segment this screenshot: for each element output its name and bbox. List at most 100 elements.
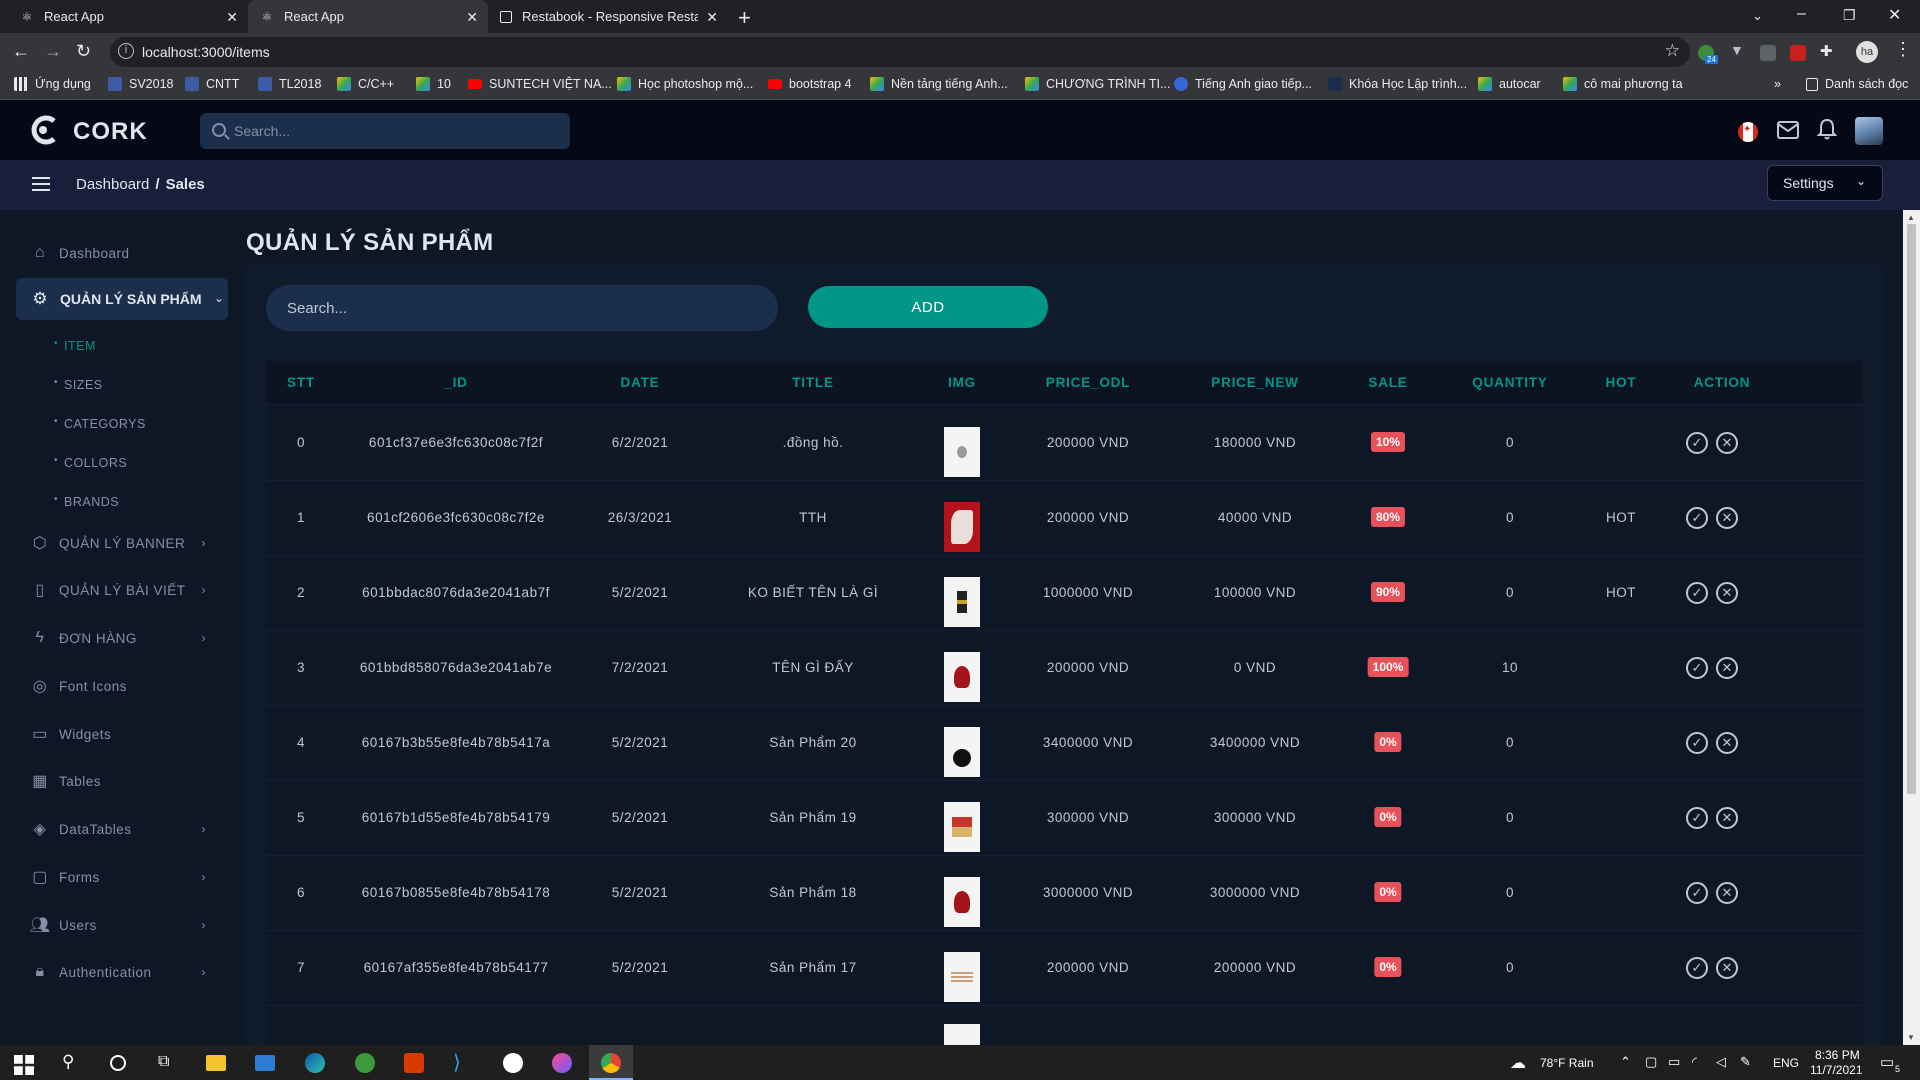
bookmark-item[interactable]: CNTT — [185, 77, 239, 91]
bookmark-item[interactable]: C/C++ — [337, 77, 394, 91]
submenu-collors[interactable]: COLLORS — [54, 455, 127, 470]
breadcrumb-dashboard[interactable]: Dashboard — [76, 176, 149, 193]
mail-icon[interactable] — [1777, 121, 1799, 139]
header-search[interactable] — [200, 113, 570, 149]
check-circle-icon[interactable]: ✓ — [1686, 732, 1708, 754]
scrollbar-thumb[interactable] — [1907, 224, 1916, 794]
bookmark-item[interactable]: CHƯƠNG TRÌNH TI... — [1025, 77, 1170, 91]
mail-app-icon[interactable] — [255, 1055, 275, 1071]
browser-tab-active[interactable]: ⚛ React App ✕ — [248, 0, 488, 33]
task-view-icon[interactable]: ⧉ — [158, 1053, 178, 1073]
volume-icon[interactable]: ◁ — [1716, 1054, 1726, 1070]
extension-icon[interactable] — [1790, 45, 1806, 61]
sidebar-item-forms[interactable]: ▢ Forms › — [30, 863, 220, 891]
minimize-icon[interactable]: – — [1797, 5, 1806, 23]
bookmark-item[interactable]: Nền tảng tiếng Anh... — [870, 77, 1008, 91]
check-circle-icon[interactable]: ✓ — [1686, 882, 1708, 904]
bookmark-item[interactable]: Khóa Học Lập trình... — [1328, 77, 1467, 91]
messenger-icon[interactable] — [552, 1053, 572, 1073]
browser-tab[interactable]: ⚛ React App ✕ — [8, 0, 248, 33]
x-circle-icon[interactable]: ✕ — [1716, 432, 1738, 454]
wifi-icon[interactable]: ◜ — [1692, 1054, 1697, 1070]
x-circle-icon[interactable]: ✕ — [1716, 582, 1738, 604]
bookmark-item[interactable]: SUNTECH VIỆT NA... — [468, 77, 612, 91]
close-icon[interactable]: ✕ — [466, 9, 478, 26]
cortana-icon[interactable] — [110, 1055, 126, 1071]
sidebar-item-authentication[interactable]: 🔒︎ Authentication › — [30, 958, 220, 986]
bookmark-item[interactable]: Tiếng Anh giao tiếp... — [1174, 77, 1312, 91]
check-circle-icon[interactable]: ✓ — [1686, 957, 1708, 979]
check-circle-icon[interactable]: ✓ — [1686, 657, 1708, 679]
x-circle-icon[interactable]: ✕ — [1716, 882, 1738, 904]
check-circle-icon[interactable]: ✓ — [1686, 432, 1708, 454]
product-search-input[interactable] — [266, 285, 778, 331]
page-scrollbar[interactable]: ▲ ▼ — [1903, 210, 1920, 1045]
bookmark-item[interactable]: SV2018 — [108, 77, 173, 91]
puzzle-icon[interactable]: ✚ — [1820, 42, 1836, 60]
bookmark-star-icon[interactable]: ☆ — [1665, 41, 1680, 61]
bookmark-item[interactable]: TL2018 — [258, 77, 321, 91]
tab-search-icon[interactable]: ⌄ — [1752, 8, 1763, 24]
sidebar-item-posts[interactable]: ▯ QUẢN LÝ BÀI VIẾT › — [30, 576, 220, 604]
sidebar-item-font-icons[interactable]: ◎ Font Icons — [30, 672, 220, 700]
office-icon[interactable] — [404, 1053, 424, 1073]
bookmark-apps[interactable]: Ứng dụng — [14, 77, 91, 91]
profile-avatar[interactable]: ha — [1856, 41, 1878, 63]
sidebar-item-users[interactable]: 👥︎ Users › — [30, 911, 220, 939]
submenu-item[interactable]: ITEM — [54, 338, 96, 353]
settings-dropdown[interactable]: Settings ⌄ — [1767, 165, 1883, 201]
bookmarks-overflow[interactable]: » — [1774, 77, 1781, 91]
scroll-up-icon[interactable]: ▲ — [1907, 213, 1915, 222]
x-circle-icon[interactable]: ✕ — [1716, 657, 1738, 679]
vscode-icon[interactable]: ⟩ — [453, 1050, 473, 1074]
info-icon[interactable]: i — [118, 43, 134, 59]
weather-text[interactable]: 78°F Rain — [1540, 1056, 1594, 1070]
reading-list[interactable]: Danh sách đọc — [1806, 77, 1908, 91]
app-icon[interactable] — [503, 1053, 523, 1073]
bookmark-item[interactable]: cô mai phương ta — [1563, 77, 1683, 91]
browser-tab[interactable]: Restabook - Responsive Restaurant ✕ — [488, 0, 728, 33]
submenu-brands[interactable]: BRANDS — [54, 494, 119, 509]
search-icon[interactable]: ⚲ — [62, 1052, 82, 1072]
sidebar-item-banner[interactable]: ⬡ QUẢN LÝ BANNER › — [30, 529, 220, 557]
x-circle-icon[interactable]: ✕ — [1716, 807, 1738, 829]
bookmark-item[interactable]: bootstrap 4 — [768, 77, 852, 91]
tray-icon[interactable]: ▢ — [1645, 1054, 1657, 1070]
check-circle-icon[interactable]: ✓ — [1686, 807, 1708, 829]
chevron-up-icon[interactable]: ⌃ — [1620, 1054, 1631, 1070]
close-window-icon[interactable]: ✕ — [1888, 5, 1901, 25]
sidebar-item-orders[interactable]: ϟ ĐƠN HÀNG › — [30, 624, 220, 652]
close-icon[interactable]: ✕ — [706, 9, 718, 26]
submenu-categorys[interactable]: CATEGORYS — [54, 416, 146, 431]
reload-icon[interactable]: ↻ — [76, 41, 91, 62]
x-circle-icon[interactable]: ✕ — [1716, 507, 1738, 529]
close-icon[interactable]: ✕ — [226, 9, 238, 26]
header-search-input[interactable] — [234, 113, 554, 149]
bookmark-item[interactable]: 10 — [416, 77, 451, 91]
address-bar[interactable]: i localhost:3000/items ☆ — [110, 37, 1690, 67]
app-icon[interactable] — [355, 1053, 375, 1073]
hamburger-menu-icon[interactable] — [32, 177, 50, 191]
bell-icon[interactable] — [1817, 118, 1837, 140]
add-button[interactable]: ADD — [808, 286, 1048, 328]
chrome-icon[interactable] — [601, 1053, 621, 1073]
sidebar-item-tables[interactable]: ▦ Tables — [30, 767, 220, 795]
submenu-sizes[interactable]: SIZES — [54, 377, 103, 392]
edge-icon[interactable] — [305, 1053, 325, 1073]
extension-icon[interactable] — [1760, 45, 1776, 61]
vue-devtools-icon[interactable]: ▼ — [1730, 42, 1746, 58]
forward-icon[interactable]: → — [44, 41, 62, 62]
bookmark-item[interactable]: autocar — [1478, 77, 1541, 91]
clock-time[interactable]: 8:36 PM — [1815, 1048, 1860, 1062]
canada-flag-icon[interactable] — [1738, 122, 1758, 142]
restore-icon[interactable]: ❐ — [1843, 7, 1856, 24]
user-avatar[interactable] — [1855, 117, 1883, 145]
bookmark-item[interactable]: Học photoshop mộ... — [617, 77, 753, 91]
pen-icon[interactable]: ✎ — [1740, 1054, 1751, 1070]
scroll-down-icon[interactable]: ▼ — [1907, 1033, 1915, 1042]
sidebar-item-widgets[interactable]: ▭ Widgets — [30, 720, 220, 748]
windows-start-icon[interactable] — [14, 1055, 34, 1075]
sidebar-item-dashboard[interactable]: ⌂ Dashboard — [30, 239, 220, 267]
battery-icon[interactable]: ▭ — [1668, 1054, 1680, 1070]
new-tab-icon[interactable]: + — [738, 5, 751, 31]
